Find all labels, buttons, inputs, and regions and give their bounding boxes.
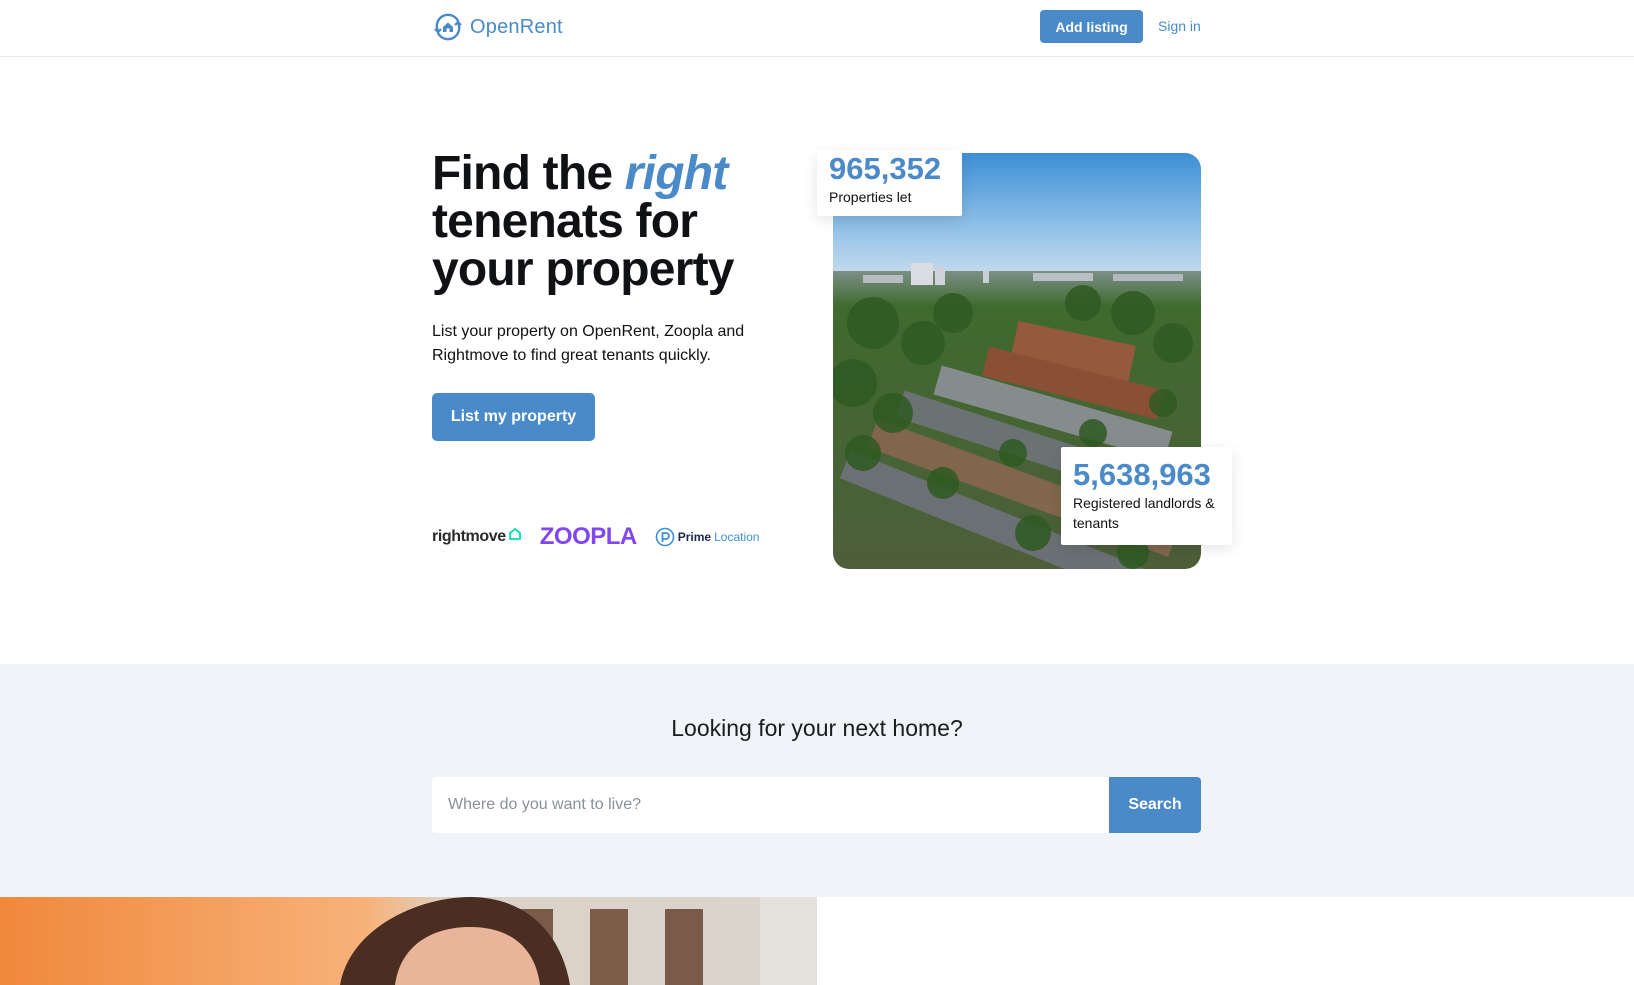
search-button[interactable]: Search — [1109, 777, 1201, 833]
zoopla-logo: ZOOPLA — [539, 523, 638, 550]
hero-title-accent: right — [624, 147, 728, 200]
hero-title: Find the right tenenats for your property — [432, 150, 792, 294]
stat-card-properties-let: 965,352 Properties let — [817, 150, 962, 216]
stat-label: Properties let — [829, 189, 912, 205]
add-listing-button[interactable]: Add listing — [1040, 10, 1143, 43]
primelocation-logo: Prime Location — [655, 527, 760, 547]
location-search-input[interactable] — [432, 777, 1109, 833]
hero-title-part1: Find the — [432, 147, 625, 200]
openrent-logo[interactable]: OpenRent — [432, 10, 563, 44]
primelocation-text-a: Prime — [677, 530, 712, 544]
partner-logos: rightmove ZOOPLA Prime Location — [432, 523, 760, 550]
site-header: OpenRent Add listing Sign in — [0, 0, 1634, 57]
search-title: Looking for your next home? — [671, 715, 963, 741]
stat-card-registered-users: 5,638,963 Registered landlords & tenants — [1061, 447, 1232, 545]
hero-title-part2: tenenats for your property — [432, 195, 734, 296]
list-my-property-button[interactable]: List my property — [432, 393, 595, 441]
stat-value: 965,352 — [829, 151, 942, 186]
stat-value: 5,638,963 — [1073, 457, 1211, 492]
rightmove-logo-text: rightmove — [432, 528, 506, 545]
rightmove-house-icon — [508, 528, 521, 540]
primelocation-text-b: Location — [714, 530, 760, 544]
person-photo — [0, 897, 817, 985]
primelocation-p-icon — [655, 527, 675, 547]
sign-in-link[interactable]: Sign in — [1158, 18, 1201, 34]
logo-text: OpenRent — [470, 15, 563, 38]
hero-subtitle: List your property on OpenRent, Zoopla a… — [432, 323, 745, 364]
stat-label: Registered landlords & tenants — [1073, 495, 1215, 531]
rightmove-logo: rightmove — [432, 528, 522, 546]
search-section: Looking for your next home? Search — [0, 664, 1634, 897]
house-arrows-icon — [434, 13, 462, 41]
